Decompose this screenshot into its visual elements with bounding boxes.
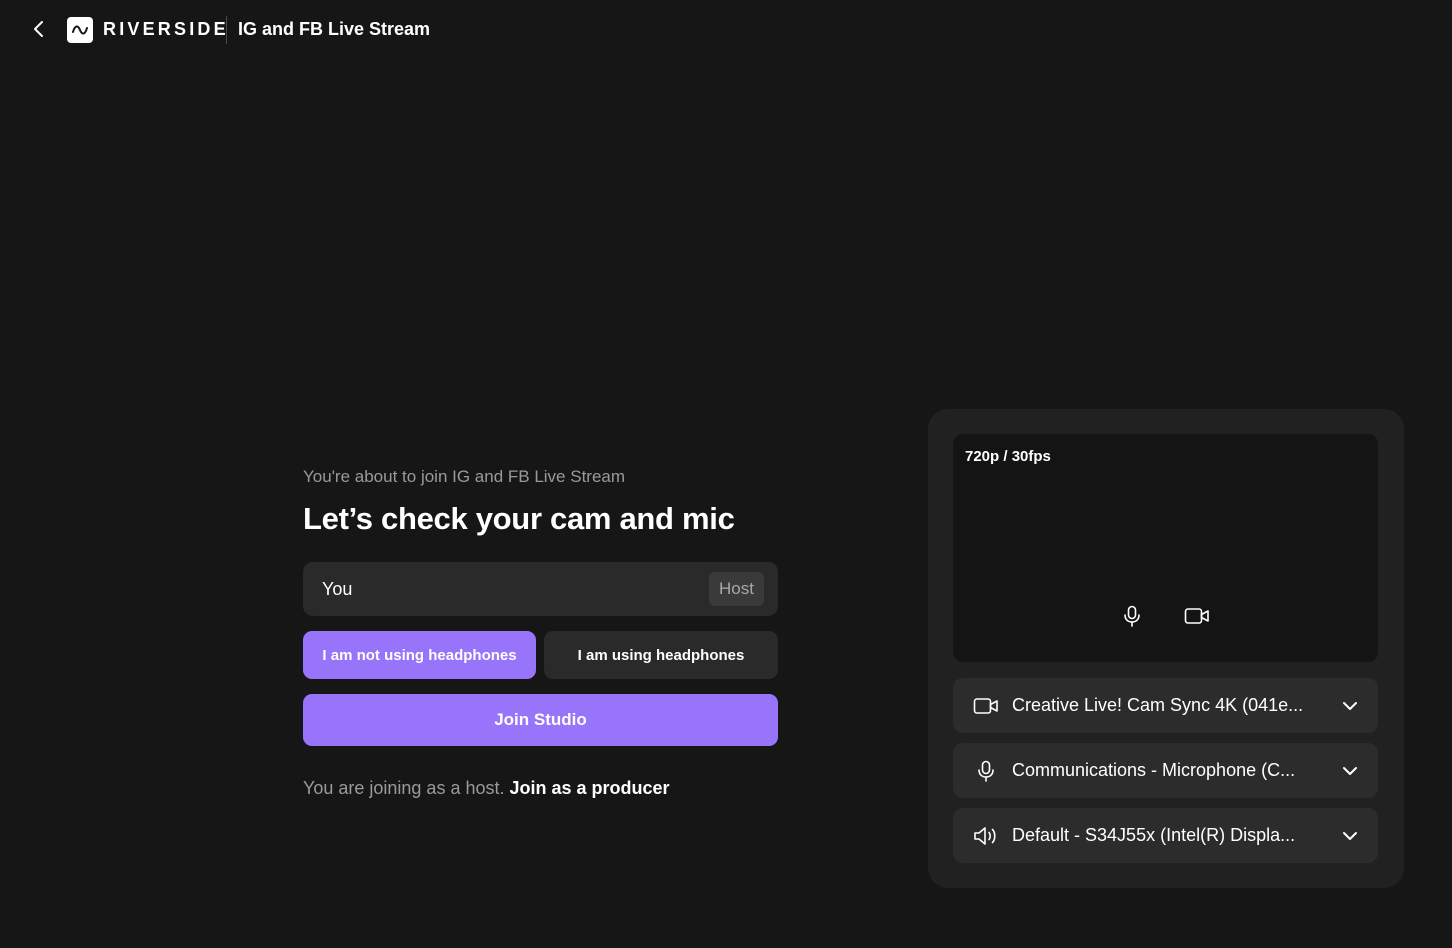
chevron-down-icon [1340, 761, 1360, 781]
back-chevron-icon[interactable] [28, 18, 50, 40]
quality-label: 720p / 30fps [965, 448, 1051, 465]
using-headphones-button[interactable]: I am using headphones [544, 631, 778, 679]
join-role-note: You are joining as a host. Join as a pro… [303, 778, 778, 799]
join-subtitle: You're about to join IG and FB Live Stre… [303, 467, 626, 486]
microphone-device-label: Communications - Microphone (C... [1012, 760, 1296, 780]
name-field[interactable]: Host [303, 562, 778, 616]
headphones-toggle-group: I am not using headphones I am using hea… [303, 631, 778, 679]
chevron-down-icon [1340, 696, 1360, 716]
join-as-producer-link[interactable]: Join as a producer [510, 778, 670, 798]
microphone-icon[interactable] [1118, 602, 1146, 630]
brand-wordmark: RIVERSIDE [103, 19, 229, 39]
header-divider [226, 16, 227, 44]
device-panel: 720p / 30fps Creative Live! Cam Sync 4K … [928, 409, 1404, 888]
speaker-select[interactable]: Default - S34J55x (Intel(R) Displa... [953, 808, 1378, 863]
join-note-text: You are joining as a host. [303, 778, 505, 798]
speaker-icon [973, 823, 999, 849]
studio-title: IG and FB Live Stream [238, 19, 431, 39]
top-bar: RIVERSIDE IG and FB Live Stream [0, 0, 1452, 60]
not-using-headphones-button[interactable]: I am not using headphones [303, 631, 536, 679]
page-title: Let’s check your cam and mic [303, 501, 735, 536]
join-form: You're about to join IG and FB Live Stre… [303, 466, 778, 799]
name-input[interactable] [322, 578, 682, 600]
camera-icon[interactable] [1183, 602, 1211, 630]
chevron-down-icon [1340, 826, 1360, 846]
camera-icon [973, 693, 999, 719]
microphone-select[interactable]: Communications - Microphone (C... [953, 743, 1378, 798]
microphone-icon [973, 758, 999, 784]
camera-select[interactable]: Creative Live! Cam Sync 4K (041e... [953, 678, 1378, 733]
camera-preview: 720p / 30fps [953, 434, 1378, 662]
riverside-logo-icon [67, 17, 93, 43]
role-badge: Host [709, 572, 764, 606]
speaker-device-label: Default - S34J55x (Intel(R) Displa... [1012, 825, 1296, 845]
camera-device-label: Creative Live! Cam Sync 4K (041e... [1012, 695, 1304, 715]
join-studio-button[interactable]: Join Studio [303, 694, 778, 746]
